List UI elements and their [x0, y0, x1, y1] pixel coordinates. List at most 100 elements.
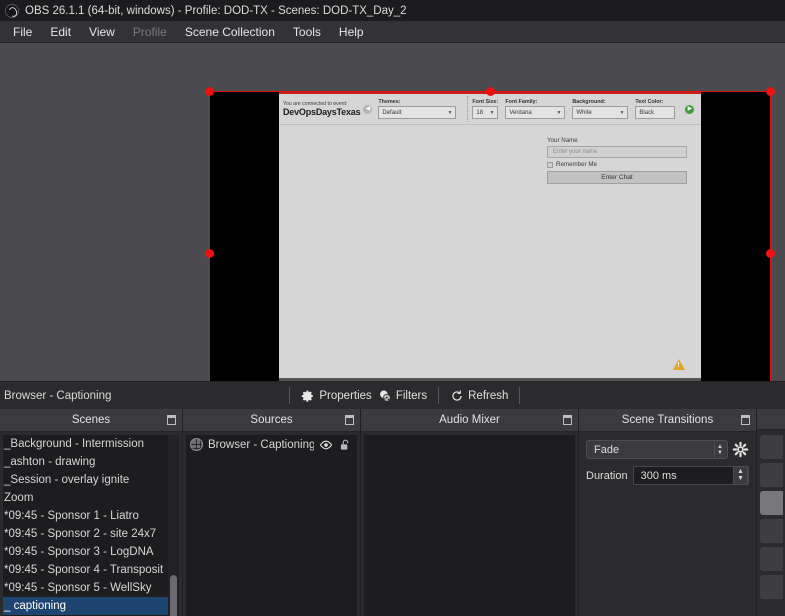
transition-duration-row: Duration 300 ms ▲ ▼: [586, 466, 749, 485]
chevron-down-icon: ▼: [619, 109, 625, 116]
menu-edit[interactable]: Edit: [41, 22, 80, 42]
duration-stepper[interactable]: ▲ ▼: [733, 466, 748, 485]
chevron-left-circle-icon[interactable]: ◀: [363, 104, 373, 114]
source-list-item[interactable]: Browser - Captioning: [186, 435, 357, 454]
audio-mixer-dock-title: Audio Mixer: [439, 414, 500, 426]
scene-list-item-selected[interactable]: _ captioning: [3, 597, 179, 615]
event-name: DevOpsDaysTexas: [283, 107, 361, 118]
scene-list-item[interactable]: _Background - Intermission: [3, 435, 179, 453]
name-input[interactable]: Enter your name: [547, 146, 687, 158]
dock-float-icon[interactable]: [345, 415, 354, 425]
menu-scene-collection[interactable]: Scene Collection: [176, 22, 284, 42]
remember-me-checkbox[interactable]: [547, 161, 553, 168]
unlock-icon[interactable]: [338, 438, 352, 452]
font-size-label: Font Size:: [472, 98, 499, 105]
remember-me-row[interactable]: Remember Me: [547, 161, 687, 168]
chevron-down-icon: ▼: [489, 109, 495, 116]
font-size-select[interactable]: 18 ▼: [472, 106, 499, 120]
scene-list-item[interactable]: *09:45 - Sponsor 3 - LogDNA: [3, 543, 179, 561]
scene-list-item[interactable]: Zoom: [3, 489, 179, 507]
scenes-dock: Scenes _Background - Intermission _ashto…: [0, 409, 183, 616]
gear-icon: [302, 390, 314, 402]
scene-list-item[interactable]: _ashton - drawing: [3, 453, 179, 471]
scene-transitions-dock-title: Scene Transitions: [621, 414, 714, 426]
font-family-select[interactable]: Verdana ▼: [505, 106, 566, 120]
toolbar-separator: [289, 387, 291, 404]
scenes-dock-title: Scenes: [71, 414, 111, 426]
scenes-list[interactable]: _Background - Intermission _ashton - dra…: [3, 435, 179, 616]
scene-list-item[interactable]: *09:45 - Sponsor 5 - WellSky: [3, 579, 179, 597]
controls-dock-header: [757, 409, 785, 430]
scenes-scrollbar-thumb[interactable]: [170, 575, 177, 616]
refresh-icon: [452, 390, 462, 401]
chevron-down-icon: ▼: [447, 109, 453, 116]
audio-mixer-body[interactable]: [364, 435, 575, 616]
scene-list-item[interactable]: *09:45 - Sponsor 1 - Liatro: [3, 507, 179, 525]
extra-control-button[interactable]: [760, 574, 783, 599]
menu-view[interactable]: View: [80, 22, 124, 42]
chat-join-form: Your Name Enter your name Remember Me En…: [547, 137, 687, 184]
themes-label: Themes:: [378, 98, 401, 105]
warning-triangle-icon: [673, 359, 685, 370]
start-streaming-button[interactable]: [760, 434, 783, 459]
menu-help[interactable]: Help: [330, 22, 373, 42]
background-select[interactable]: White ▼: [572, 106, 629, 120]
filters-button[interactable]: Filters: [375, 387, 430, 405]
dock-float-icon[interactable]: [741, 415, 750, 425]
controls-dock: [757, 409, 785, 616]
dock-float-icon[interactable]: [563, 415, 572, 425]
toolbar-separator: [438, 387, 440, 404]
preview-canvas[interactable]: You are connected to event: DevOpsDaysTe…: [0, 43, 785, 381]
font-size-field: Font Size: 18 ▼: [472, 98, 499, 120]
start-recording-button[interactable]: [760, 462, 783, 487]
browser-source-render: You are connected to event: DevOpsDaysTe…: [279, 91, 701, 381]
dock-float-icon[interactable]: [167, 415, 176, 425]
transition-properties-gear-icon[interactable]: [732, 441, 749, 458]
eye-icon[interactable]: [319, 438, 333, 452]
sources-list[interactable]: Browser - Captioning: [186, 435, 357, 616]
menu-file[interactable]: File: [4, 22, 41, 42]
obs-logo-icon: [5, 3, 19, 18]
exit-button[interactable]: [760, 546, 783, 571]
themes-select[interactable]: Default ▼: [378, 106, 457, 120]
font-family-label: Font Family:: [505, 98, 538, 105]
text-color-field: Text Color: Black: [635, 98, 676, 120]
audio-mixer-dock-header: Audio Mixer: [361, 409, 578, 432]
refresh-label: Refresh: [468, 389, 509, 402]
duration-value: 300 ms: [640, 469, 677, 482]
selected-source-label: Browser - Captioning: [4, 389, 112, 402]
enter-chat-button[interactable]: Enter Chat: [547, 171, 687, 184]
audio-mixer-dock: Audio Mixer: [361, 409, 579, 616]
settings-button[interactable]: [760, 518, 783, 543]
browser-page-footer: Copyright © 2021 Show/Hide Header Show/H…: [279, 378, 701, 381]
connected-event-block: You are connected to event: DevOpsDaysTe…: [283, 101, 373, 118]
remember-me-label: Remember Me: [556, 161, 597, 168]
menu-profile[interactable]: Profile: [124, 22, 176, 42]
themes-field: Themes: Default ▼: [378, 98, 457, 120]
menu-tools[interactable]: Tools: [284, 22, 330, 42]
window-title: OBS 26.1.1 (64-bit, windows) - Profile: …: [25, 4, 407, 17]
filters-label: Filters: [395, 389, 428, 402]
text-color-label: Text Color:: [635, 98, 664, 105]
scene-list-item[interactable]: *09:45 - Sponsor 4 - Transposit: [3, 561, 179, 579]
scenes-scrollbar[interactable]: [168, 435, 179, 616]
transition-select[interactable]: Fade ▲ ▼: [586, 440, 728, 459]
scene-transitions-dock-header: Scene Transitions: [579, 409, 756, 432]
refresh-button[interactable]: Refresh: [447, 387, 511, 405]
title-bar: OBS 26.1.1 (64-bit, windows) - Profile: …: [0, 0, 785, 21]
studio-mode-button[interactable]: [760, 490, 783, 515]
chevron-right-circle-icon[interactable]: ▶: [685, 104, 695, 114]
sources-dock-header: Sources: [183, 409, 360, 432]
transition-spinner-icon[interactable]: ▲ ▼: [714, 441, 725, 458]
dock-area: Scenes _Background - Intermission _ashto…: [0, 409, 785, 616]
font-family-field: Font Family: Verdana ▼: [505, 98, 566, 120]
source-toolbar: Browser - Captioning Properties Filters …: [0, 381, 785, 409]
duration-input[interactable]: 300 ms ▲ ▼: [632, 466, 749, 485]
source-item-label: Browser - Captioning: [208, 438, 314, 451]
browser-page-body: Your Name Enter your name Remember Me En…: [279, 124, 701, 381]
menu-bar: File Edit View Profile Scene Collection …: [0, 21, 785, 43]
properties-button[interactable]: Properties: [298, 387, 374, 405]
scene-list-item[interactable]: *09:45 - Sponsor 2 - site 24x7: [3, 525, 179, 543]
scene-list-item[interactable]: _Session - overlay ignite: [3, 471, 179, 489]
text-color-select[interactable]: Black: [635, 106, 676, 120]
